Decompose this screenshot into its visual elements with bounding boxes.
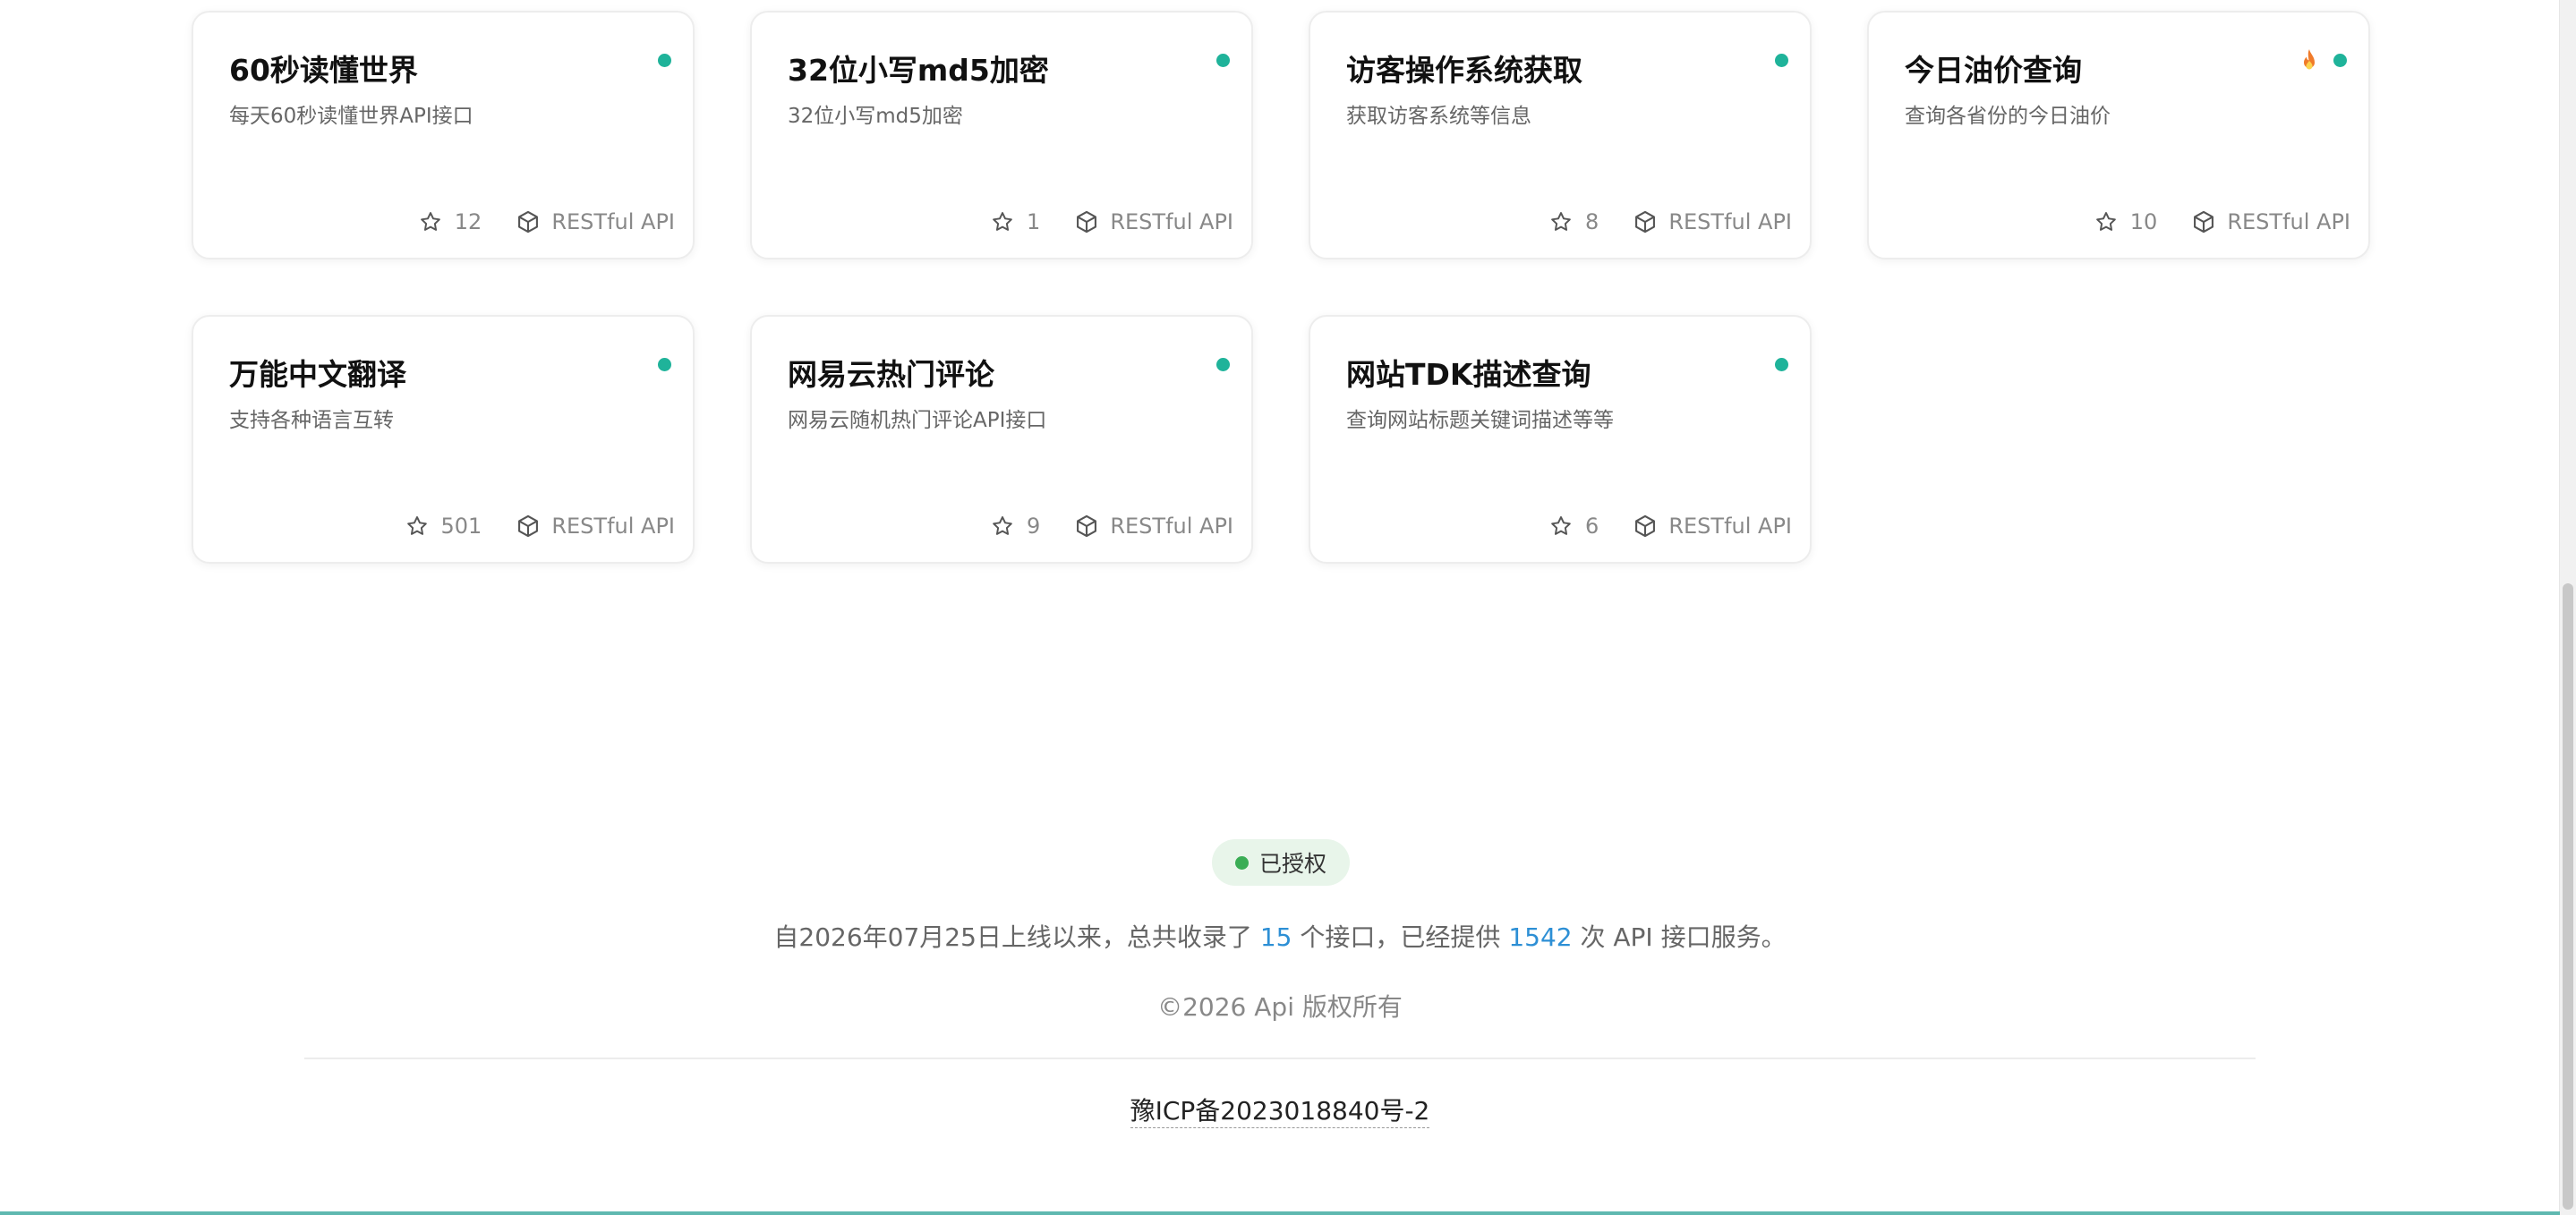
api-type-label: RESTful API (1668, 514, 1792, 539)
footer-divider (304, 1058, 2256, 1059)
star-icon (1551, 516, 1571, 535)
star-icon (2095, 212, 2116, 231)
api-card[interactable]: 32位小写md5加密 32位小写md5加密 1 RESTful API (750, 11, 1253, 259)
api-card-title: 万能中文翻译 (229, 357, 406, 392)
api-card-description: 每天60秒读懂世界API接口 (229, 105, 473, 128)
api-card[interactable]: 网易云热门评论 网易云随机热门评论API接口 9 RESTful API (750, 315, 1253, 564)
status-dot-icon (1234, 855, 1249, 870)
status-dot-icon (1775, 54, 1788, 67)
api-type-label: RESTful API (1110, 514, 1233, 539)
stats-prefix: 自2026年07月25日上线以来，总共收录了 (773, 922, 1252, 952)
api-card[interactable]: 访客操作系统获取 获取访客系统等信息 8 RESTful API (1309, 11, 1812, 259)
api-card[interactable]: 今日油价查询 查询各省份的今日油价 10 RESTful API (1867, 11, 2370, 259)
api-card-footer: 12 RESTful API (419, 209, 675, 234)
api-card-grid: 60秒读懂世界 每天60秒读懂世界API接口 12 RESTful API 32… (192, 11, 2372, 564)
status-dot-icon (1216, 54, 1230, 67)
icp-record: 豫ICP备2023018840号-2 (0, 1092, 2560, 1128)
api-type-label: RESTful API (1668, 209, 1792, 234)
api-card-footer: 10 RESTful API (2094, 209, 2350, 234)
page: 60秒读懂世界 每天60秒读懂世界API接口 12 RESTful API 32… (0, 0, 2560, 1215)
vertical-scrollbar[interactable] (2559, 0, 2576, 1215)
authorized-badge: 已授权 (1212, 839, 1350, 886)
star-count: 501 (440, 514, 482, 539)
cube-icon (518, 210, 539, 234)
api-count: 15 (1259, 922, 1292, 952)
star-icon (993, 516, 1012, 535)
star-icon (1551, 212, 1571, 231)
api-type-label: RESTful API (551, 514, 675, 539)
star-icon (993, 212, 1012, 231)
service-count: 1542 (1508, 922, 1573, 952)
star-count: 12 (454, 209, 482, 234)
api-type-label: RESTful API (1110, 209, 1233, 234)
status-dot-icon (1775, 358, 1788, 371)
status-dot-icon (2333, 54, 2347, 67)
cube-icon (1077, 210, 1097, 234)
api-card[interactable]: 60秒读懂世界 每天60秒读懂世界API接口 12 RESTful API (192, 11, 695, 259)
icp-link[interactable]: 豫ICP备2023018840号-2 (1130, 1096, 1430, 1128)
api-card[interactable]: 网站TDK描述查询 查询网站标题关键词描述等等 6 RESTful API (1309, 315, 1812, 564)
scrollbar-thumb[interactable] (2563, 583, 2573, 1210)
api-card-footer: 501 RESTful API (405, 514, 675, 539)
cube-icon (1635, 514, 1656, 538)
stats-suffix: 次 API 接口服务。 (1580, 922, 1787, 952)
api-card-footer: 9 RESTful API (991, 514, 1233, 539)
api-card-description: 32位小写md5加密 (788, 105, 963, 128)
api-card-footer: 8 RESTful API (1549, 209, 1792, 234)
star-count: 6 (1585, 514, 1599, 539)
star-count: 10 (2129, 209, 2158, 234)
api-card-title: 32位小写md5加密 (788, 53, 1049, 88)
api-card-description: 支持各种语言互转 (229, 409, 394, 432)
api-type-label: RESTful API (2227, 209, 2350, 234)
api-card-description: 查询网站标题关键词描述等等 (1346, 409, 1614, 432)
cube-icon (1635, 210, 1656, 234)
star-count: 1 (1027, 209, 1041, 234)
copyright: ©2026 Api 版权所有 (1157, 992, 1403, 1022)
star-icon (406, 516, 427, 535)
api-card-title: 访客操作系统获取 (1346, 53, 1582, 88)
cube-icon (518, 514, 539, 538)
api-card-title: 网易云热门评论 (788, 357, 994, 392)
api-type-label: RESTful API (551, 209, 675, 234)
api-card-description: 网易云随机热门评论API接口 (788, 409, 1047, 432)
star-count: 9 (1027, 514, 1041, 539)
bottom-accent-line (0, 1211, 2560, 1215)
site-stats: 自2026年07月25日上线以来，总共收录了 15 个接口，已经提供 1542 … (0, 918, 2560, 954)
status-dot-icon (658, 358, 671, 371)
status-dot-icon (658, 54, 671, 67)
cube-icon (1077, 514, 1097, 538)
fire-icon (2304, 49, 2315, 70)
api-card-title: 60秒读懂世界 (229, 53, 418, 88)
badge-label: 已授权 (1258, 851, 1326, 877)
api-card-description: 获取访客系统等信息 (1346, 105, 1531, 128)
stats-middle: 个接口，已经提供 (1300, 922, 1501, 952)
cube-icon (2194, 210, 2214, 234)
api-card-title: 网站TDK描述查询 (1346, 357, 1591, 392)
status-dot-icon (1216, 358, 1230, 371)
api-card[interactable]: 万能中文翻译 支持各种语言互转 501 RESTful API (192, 315, 695, 564)
api-card-footer: 6 RESTful API (1549, 514, 1792, 539)
api-card-description: 查询各省份的今日油价 (1905, 105, 2111, 128)
api-card-footer: 1 RESTful API (991, 209, 1233, 234)
star-icon (420, 212, 440, 231)
star-count: 8 (1585, 209, 1599, 234)
api-card-title: 今日油价查询 (1905, 53, 2082, 88)
